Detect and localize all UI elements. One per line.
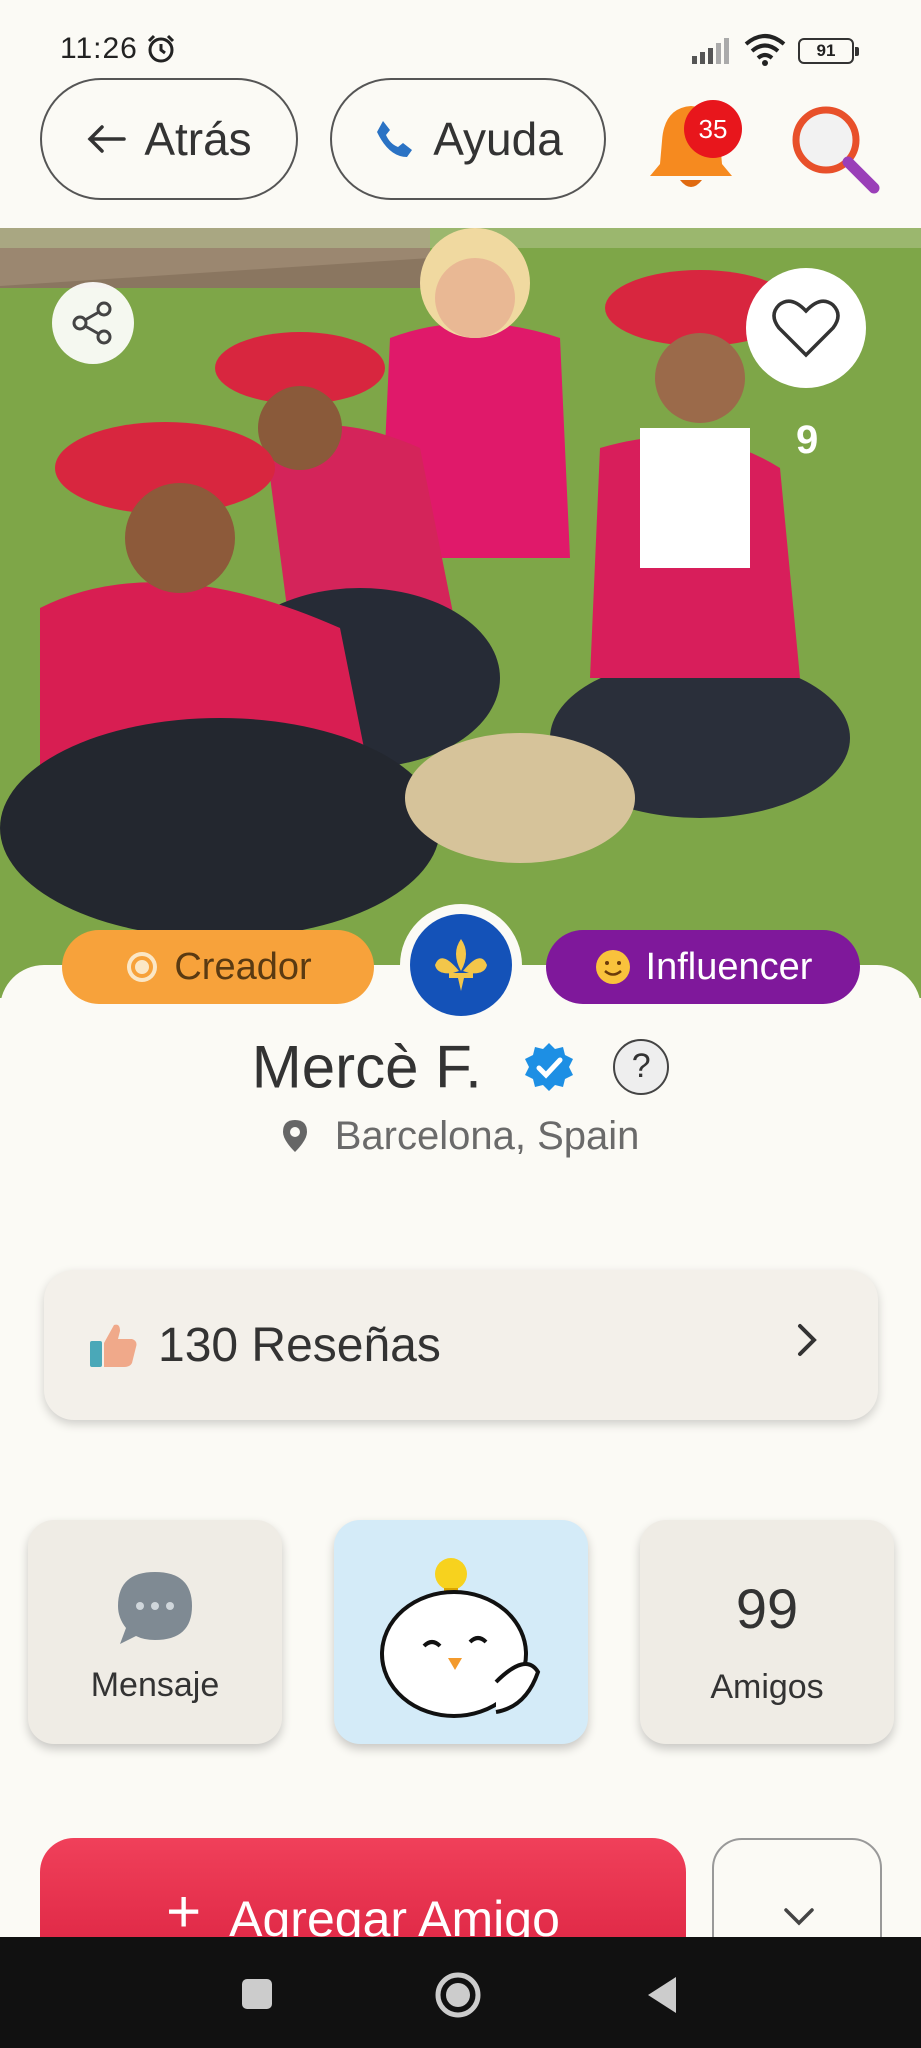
influencer-label: Influencer [645,945,813,988]
thumbs-up-icon [90,1324,137,1367]
profile-location: Barcelona, Spain [0,1114,921,1159]
phone-icon [377,121,413,157]
plus-icon: + [166,1878,202,1945]
smiley-icon [595,950,630,984]
reviews-label: 130 Reseñas [158,1318,441,1372]
fleur-de-lis-icon [435,939,487,991]
home-icon[interactable] [434,1971,482,2019]
friends-tile[interactable]: 99 Amigos [640,1520,894,1744]
profile-screen: 11:26 91 Atrás Ayuda 35 9 Creador Influe… [0,0,921,2048]
search-icon[interactable] [786,100,882,196]
profile-name-row: Mercè F. ? [0,1028,921,1102]
battery-indicator: 91 [798,38,859,64]
avatar[interactable] [400,904,522,1026]
status-bar: 11:26 91 [0,0,921,72]
heart-icon [772,299,840,358]
back-nav-icon[interactable] [644,1975,680,2015]
system-navigation-bar [0,1937,921,2048]
message-tile[interactable]: Mensaje [28,1520,282,1744]
help-label: Ayuda [433,113,563,165]
location-text: Barcelona, Spain [334,1114,640,1158]
like-button[interactable] [746,268,866,388]
alarm-icon [147,34,175,63]
back-label: Atrás [144,113,252,165]
creator-badge[interactable]: Creador [62,930,374,1004]
creator-label: Creador [174,945,312,988]
share-icon [72,301,112,345]
signal-icon [692,38,729,64]
arrow-left-icon [87,125,127,153]
sticker-tile[interactable] [334,1520,588,1744]
friends-label: Amigos [710,1668,824,1706]
chevron-right-icon [798,1324,817,1356]
chevron-down-icon [784,1908,814,1926]
back-button[interactable]: Atrás [40,78,298,200]
friends-count: 99 [735,1577,799,1640]
location-pin-icon [282,1120,307,1152]
creator-icon [127,952,158,982]
avatar-inner [410,914,512,1016]
reviews-button[interactable]: 130 Reseñas [44,1270,878,1420]
status-time: 11:26 [60,32,138,65]
influencer-badge[interactable]: Influencer [546,930,860,1004]
profile-name: Mercè F. [251,1033,482,1101]
help-icon[interactable]: ? [613,1039,670,1096]
message-label: Mensaje [90,1666,220,1704]
share-button[interactable] [52,282,134,364]
verified-icon [524,1043,573,1092]
help-button[interactable]: Ayuda [330,78,606,200]
wifi-icon [744,34,786,66]
chat-bubble-icon [118,1572,192,1644]
recents-icon[interactable] [240,1977,274,2011]
like-count: 9 [796,418,819,462]
mascot-sticker-icon [380,1558,541,1718]
notification-badge: 35 [684,100,742,158]
